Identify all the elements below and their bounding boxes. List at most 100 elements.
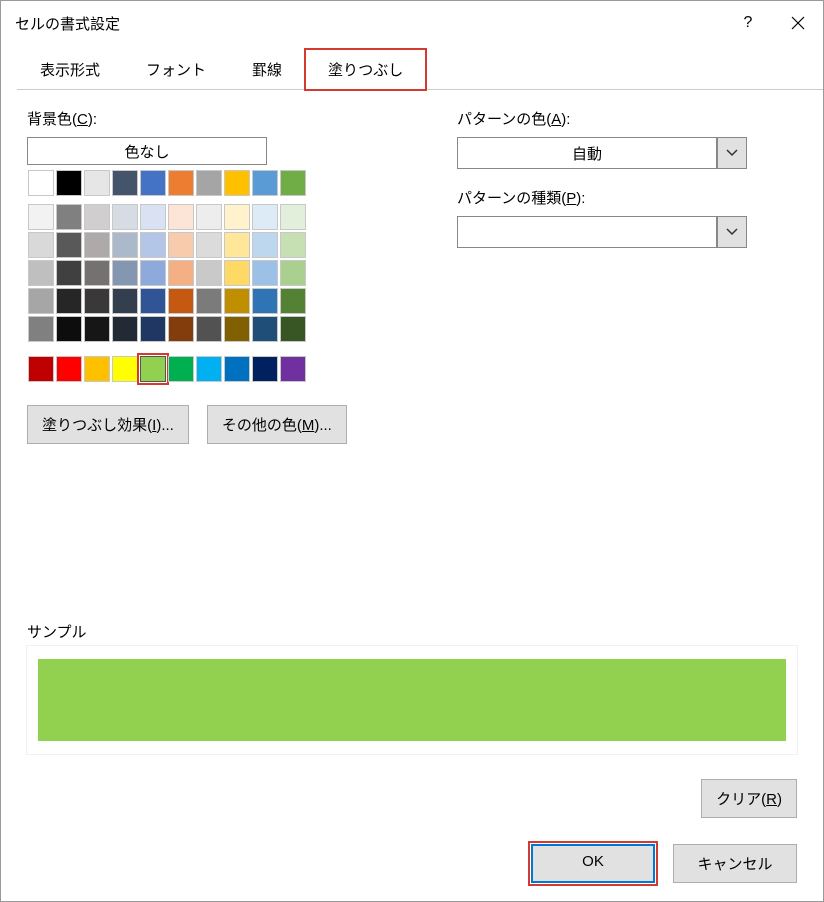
color-swatch[interactable] [224,288,250,314]
color-swatch[interactable] [28,356,54,382]
color-swatch[interactable] [168,356,194,382]
close-icon [791,16,805,30]
color-swatch[interactable] [252,316,278,342]
color-swatch[interactable] [168,316,194,342]
color-swatch[interactable] [280,232,306,258]
color-swatch[interactable] [168,204,194,230]
color-swatch[interactable] [140,170,166,196]
color-swatch[interactable] [196,316,222,342]
ok-button[interactable]: OK [531,844,655,883]
color-swatch[interactable] [112,232,138,258]
pattern-color-arrow [717,137,747,169]
color-swatch[interactable] [168,232,194,258]
color-swatch[interactable] [252,232,278,258]
color-swatch[interactable] [56,288,82,314]
color-swatch[interactable] [140,356,166,382]
palette-theme-top [27,169,387,197]
color-swatch[interactable] [280,260,306,286]
clear-button[interactable]: クリア(R) [701,779,797,818]
tab-bar: 表示形式 フォント 罫線 塗りつぶし [17,49,823,90]
color-swatch[interactable] [168,170,194,196]
color-swatch[interactable] [112,204,138,230]
titlebar: セルの書式設定 ? [1,1,823,45]
help-button[interactable]: ? [723,1,773,45]
tab-border[interactable]: 罫線 [229,49,305,89]
pattern-style-arrow [717,216,747,248]
color-swatch[interactable] [280,316,306,342]
close-button[interactable] [773,1,823,45]
color-swatch[interactable] [280,170,306,196]
color-swatch[interactable] [196,356,222,382]
pattern-style-dropdown[interactable] [457,216,747,248]
color-swatch[interactable] [140,260,166,286]
color-swatch[interactable] [28,170,54,196]
color-swatch[interactable] [140,204,166,230]
tab-number-format[interactable]: 表示形式 [17,49,123,89]
color-swatch[interactable] [56,356,82,382]
pattern-style-label: パターンの種類(P): [457,187,797,208]
color-swatch[interactable] [168,288,194,314]
color-swatch[interactable] [112,170,138,196]
color-swatch[interactable] [196,204,222,230]
color-swatch[interactable] [168,260,194,286]
palette-standard [27,355,387,383]
pattern-color-dropdown[interactable]: 自動 [457,137,747,169]
color-swatch[interactable] [280,356,306,382]
sample-preview [38,659,786,741]
color-swatch[interactable] [84,204,110,230]
color-swatch[interactable] [196,260,222,286]
color-swatch[interactable] [84,356,110,382]
color-swatch[interactable] [140,288,166,314]
tab-fill[interactable]: 塗りつぶし [305,49,426,90]
more-colors-button[interactable]: その他の色(M)... [207,405,347,444]
color-swatch[interactable] [28,260,54,286]
palette-theme-shades [27,203,387,343]
color-swatch[interactable] [112,356,138,382]
cancel-button[interactable]: キャンセル [673,844,797,883]
color-swatch[interactable] [252,260,278,286]
color-swatch[interactable] [280,288,306,314]
chevron-down-icon [726,149,738,157]
color-swatch[interactable] [84,288,110,314]
color-swatch[interactable] [140,232,166,258]
color-swatch[interactable] [28,232,54,258]
color-swatch[interactable] [252,356,278,382]
color-swatch[interactable] [224,232,250,258]
color-swatch[interactable] [28,288,54,314]
pattern-style-value [457,216,717,248]
color-swatch[interactable] [84,260,110,286]
background-color-label: 背景色(C): [27,108,387,129]
tab-font[interactable]: フォント [123,49,229,89]
color-swatch[interactable] [140,316,166,342]
color-swatch[interactable] [224,356,250,382]
color-swatch[interactable] [196,170,222,196]
color-swatch[interactable] [224,260,250,286]
pattern-color-label: パターンの色(A): [457,108,797,129]
color-swatch[interactable] [56,232,82,258]
color-swatch[interactable] [84,170,110,196]
sample-group: サンプル [27,621,797,754]
color-swatch[interactable] [224,316,250,342]
color-swatch[interactable] [56,170,82,196]
fill-effects-button[interactable]: 塗りつぶし効果(I)... [27,405,189,444]
color-swatch[interactable] [112,288,138,314]
color-swatch[interactable] [56,316,82,342]
color-swatch[interactable] [280,204,306,230]
color-swatch[interactable] [196,288,222,314]
color-swatch[interactable] [252,204,278,230]
color-swatch[interactable] [84,232,110,258]
color-swatch[interactable] [112,260,138,286]
color-swatch[interactable] [252,170,278,196]
color-swatch[interactable] [28,316,54,342]
color-swatch[interactable] [84,316,110,342]
window-title: セルの書式設定 [15,13,120,34]
no-color-button[interactable]: 色なし [27,137,267,165]
color-swatch[interactable] [56,204,82,230]
color-swatch[interactable] [112,316,138,342]
color-swatch[interactable] [196,232,222,258]
color-swatch[interactable] [56,260,82,286]
color-swatch[interactable] [224,170,250,196]
color-swatch[interactable] [224,204,250,230]
color-swatch[interactable] [252,288,278,314]
color-swatch[interactable] [28,204,54,230]
